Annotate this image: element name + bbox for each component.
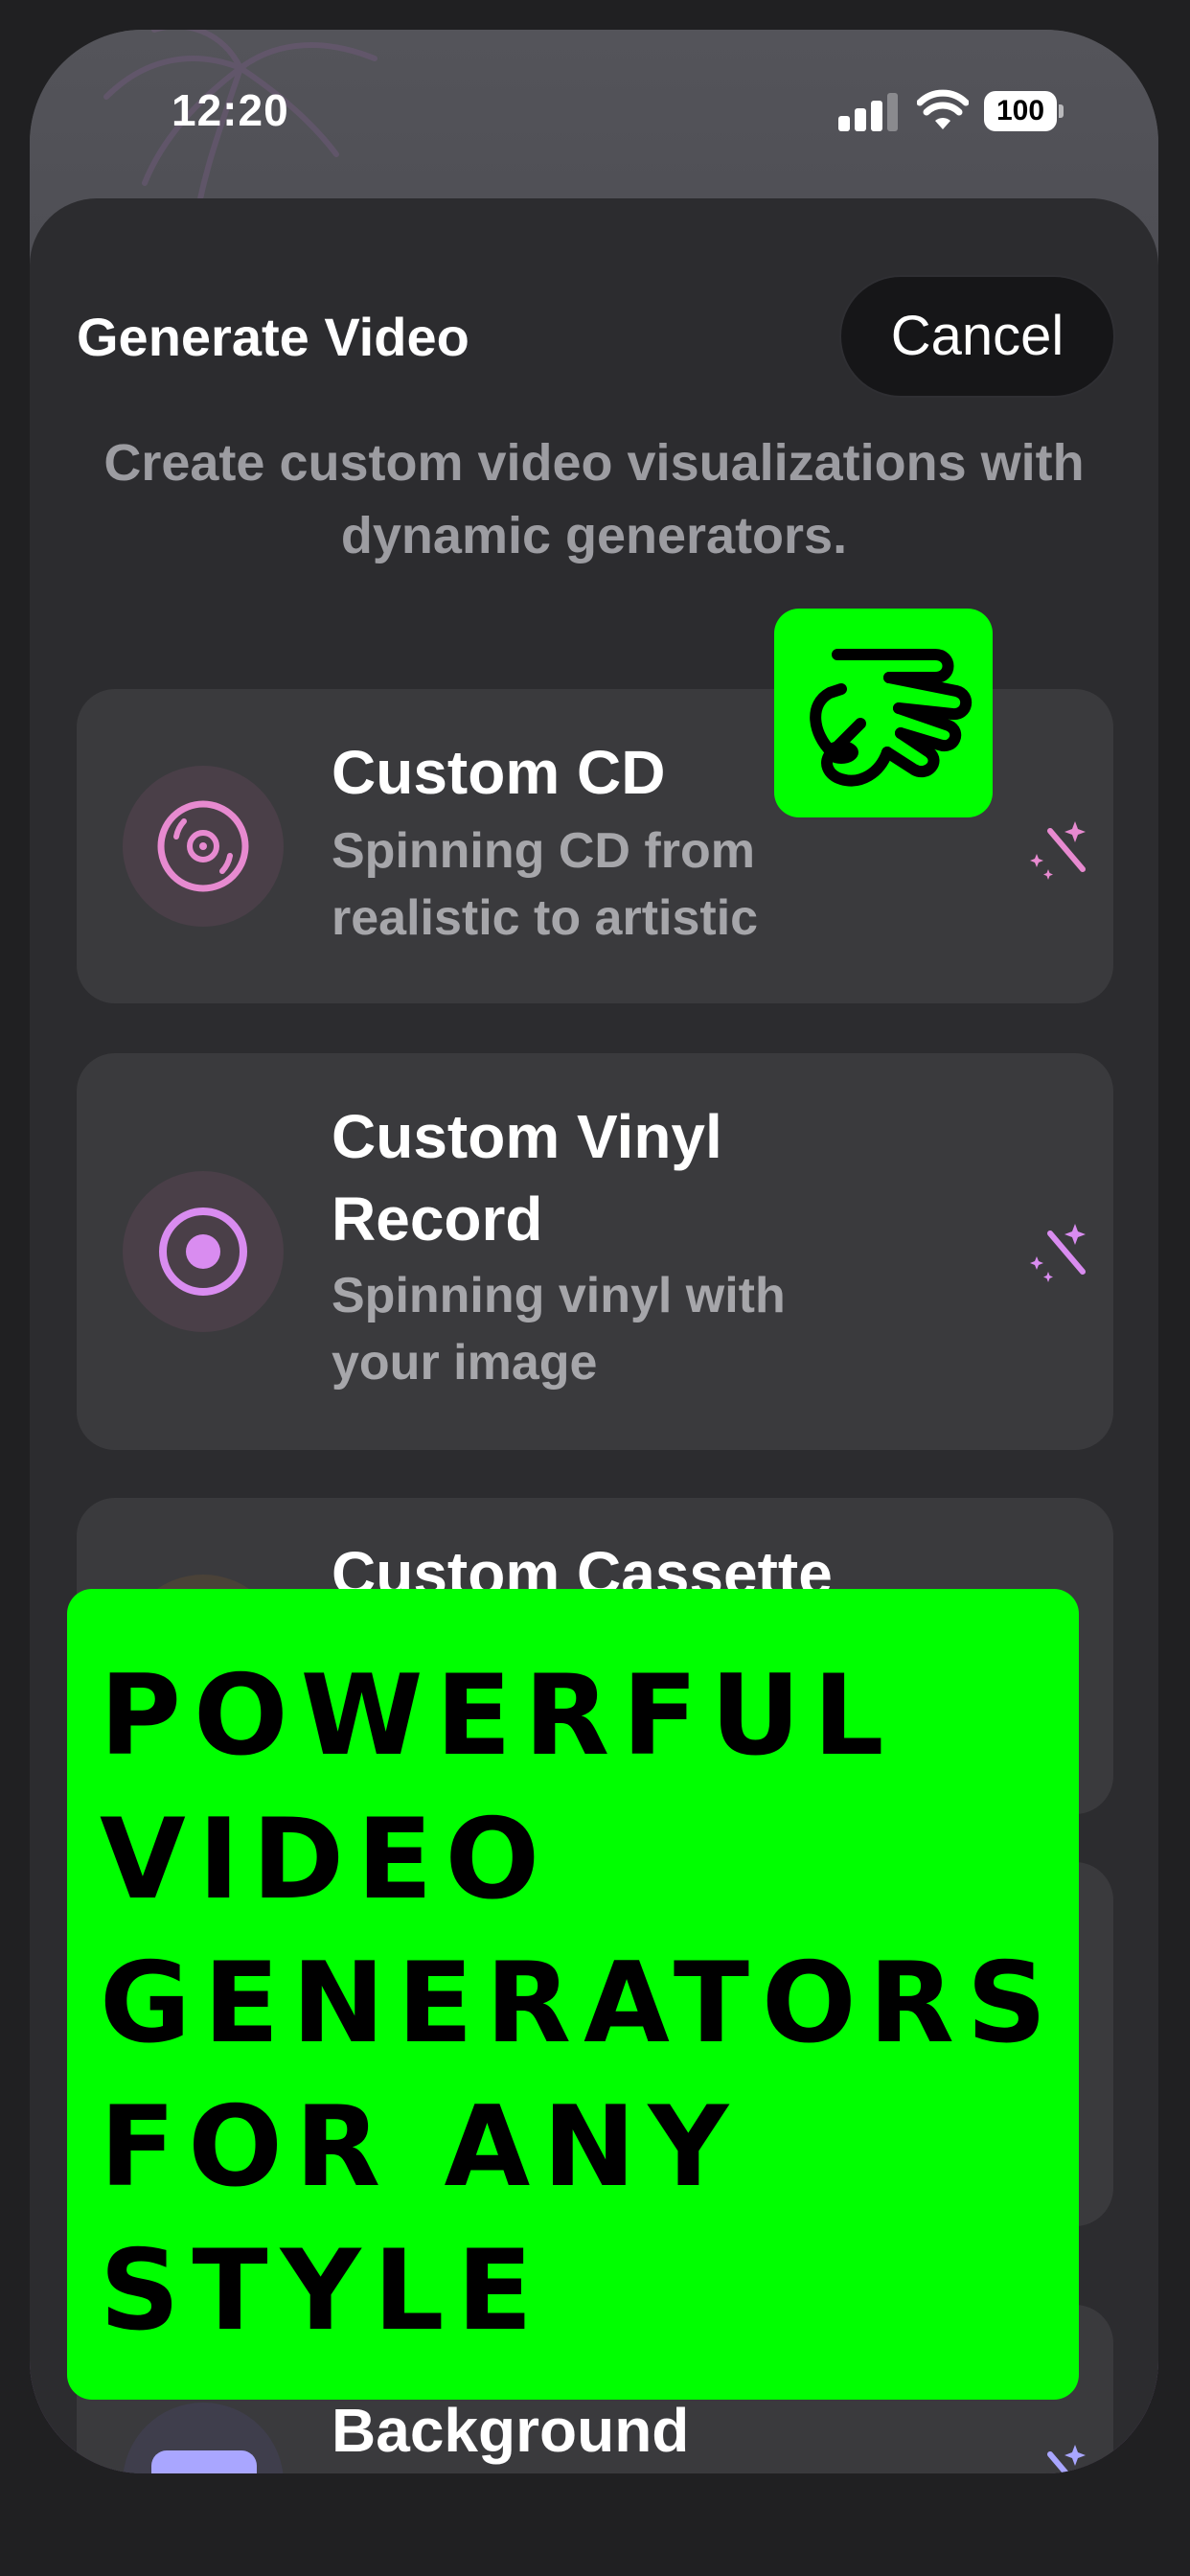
card-title: Custom Vinyl Record [332, 1102, 722, 1254]
tap-hint-badge [774, 609, 993, 817]
status-bar: 12:20 100 [30, 30, 1158, 164]
vinyl-icon-container [123, 1171, 284, 1332]
pointing-hand-icon [810, 649, 972, 787]
card-description: Spinning CD from realistic to artistic [332, 823, 759, 946]
magic-wand-icon [1030, 821, 1086, 880]
cd-icon [157, 800, 249, 892]
background-icon-container [123, 2403, 284, 2473]
sheet-title: Generate Video [77, 307, 469, 367]
wifi-icon [917, 89, 969, 129]
background-icon [151, 2450, 257, 2473]
vinyl-icon [159, 1208, 247, 1296]
magic-wand-icon [1030, 1224, 1086, 1282]
card-description: Spinning vinyl with your image [332, 1268, 786, 1391]
battery-level: 100 [984, 91, 1057, 131]
cd-icon-container [123, 766, 284, 927]
magic-wand-icon [1047, 2445, 1086, 2473]
sheet-subtitle: Create custom video visualizations with … [103, 434, 1085, 564]
card-title: Background [332, 2396, 690, 2465]
battery-tip [1059, 104, 1064, 118]
card-title: Custom CD [332, 738, 666, 807]
promo-text: Powerful video generators for any style [100, 1651, 1060, 2356]
cancel-button[interactable]: Cancel [839, 275, 1115, 398]
battery-indicator: 100 [984, 91, 1064, 131]
generator-card-vinyl[interactable]: Custom Vinyl Record Spinning vinyl with … [77, 1053, 1113, 1450]
cellular-signal-icon [838, 93, 898, 131]
promo-banner: Powerful video generators for any style [67, 1589, 1079, 2400]
status-time: 12:20 [172, 85, 289, 135]
